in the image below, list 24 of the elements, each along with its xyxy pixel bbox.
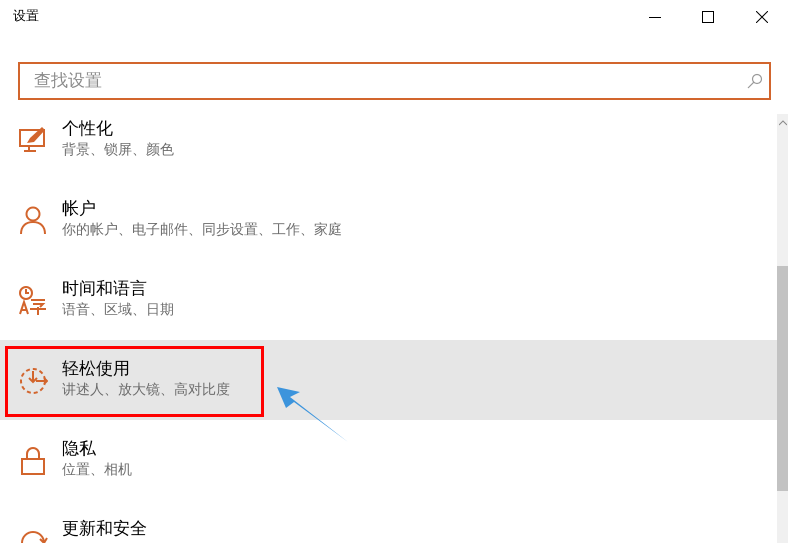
category-description: 语音、区域、日期 — [62, 301, 174, 320]
search-field[interactable]: 查找设置 — [18, 62, 771, 100]
minimize-icon — [649, 16, 661, 18]
scroll-up-icon[interactable] — [778, 120, 786, 126]
window-title: 设置 — [13, 8, 39, 26]
person-icon — [18, 205, 48, 235]
close-icon — [756, 11, 768, 23]
category-title: 个性化 — [62, 118, 114, 140]
scrollbar[interactable] — [777, 114, 788, 543]
category-description: 你的帐户、电子邮件、同步设置、工作、家庭 — [62, 221, 342, 240]
padlock-icon — [18, 445, 48, 475]
category-description: 背景、锁屏、颜色 — [62, 141, 174, 160]
category-title: 轻松使用 — [62, 358, 131, 380]
category-description: 位置、相机 — [62, 461, 132, 480]
category-title: 更新和安全 — [62, 518, 147, 540]
maximize-icon — [702, 11, 714, 23]
category-title: 隐私 — [62, 438, 97, 460]
settings-category[interactable]: 轻松使用 讲述人、放大镜、高对比度 — [0, 340, 777, 420]
category-description: 讲述人、放大镜、高对比度 — [62, 381, 230, 400]
paintbrush-monitor-icon — [18, 125, 48, 155]
category-title: 帐户 — [62, 198, 97, 220]
category-title: 时间和语言 — [62, 278, 148, 300]
search-icon — [747, 73, 763, 89]
clock-letter-icon — [18, 285, 48, 315]
